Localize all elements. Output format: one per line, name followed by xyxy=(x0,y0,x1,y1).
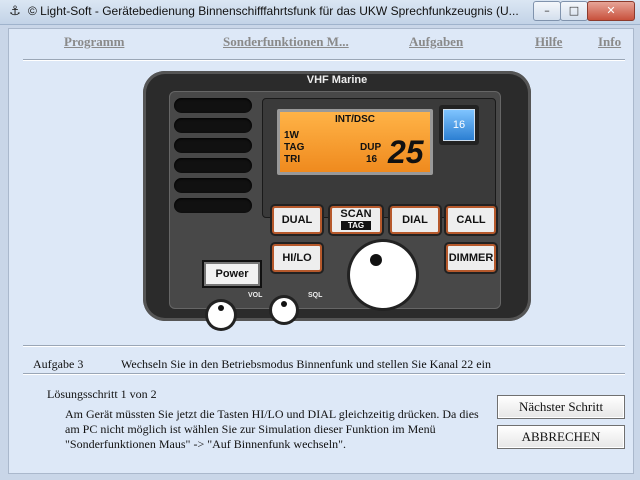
scan-button[interactable]: SCAN TAG xyxy=(330,206,382,234)
menu-sonderfunktionen[interactable]: Sonderfunktionen M... xyxy=(223,34,349,50)
main-window: Programm Sonderfunktionen M... Aufgaben … xyxy=(8,28,634,474)
maximize-button[interactable]: □ xyxy=(560,1,588,21)
knob-marker xyxy=(370,254,382,266)
task-label: Aufgabe 3 xyxy=(33,357,84,371)
menu-aufgaben[interactable]: Aufgaben xyxy=(409,34,463,50)
speaker-grille xyxy=(174,138,252,153)
menu-programm[interactable]: Programm xyxy=(64,34,124,50)
channel-16-label: 16 xyxy=(443,109,475,141)
speaker-grille xyxy=(174,98,252,113)
window-title: © Light-Soft - Gerätebedienung Binnensch… xyxy=(28,4,519,18)
vol-label: VOL xyxy=(248,292,263,299)
lcd-dup: DUP xyxy=(360,142,382,153)
knob-marker xyxy=(281,301,287,307)
dial-button[interactable]: DIAL xyxy=(390,206,440,234)
scan-label: SCAN xyxy=(340,208,372,220)
app-icon: ⚓ xyxy=(9,4,21,19)
cancel-button[interactable]: ABBRECHEN xyxy=(497,425,625,449)
speaker-grille xyxy=(174,158,252,173)
radio-face: INT/DSC 1W TAG TRI DUP 16 25 16 DUAL SCA… xyxy=(169,91,501,328)
lcd-display: INT/DSC 1W TAG TRI DUP 16 25 xyxy=(277,109,433,175)
menu-separator xyxy=(23,59,625,61)
lcd-day: TAG xyxy=(284,142,305,153)
solution-text: Am Gerät müssten Sie jetzt die Tasten HI… xyxy=(65,407,479,452)
solution-step: Lösungsschritt 1 von 2 xyxy=(47,387,157,401)
lcd-channel: 25 xyxy=(388,134,424,170)
radio-title: VHF Marine xyxy=(306,74,368,86)
lcd-sub-channel: 16 xyxy=(366,154,378,165)
menu-info[interactable]: Info xyxy=(598,34,621,50)
channel-16-button[interactable]: 16 xyxy=(439,105,479,145)
solution-line-3: "Sonderfunktionen Maus" -> "Auf Binnenfu… xyxy=(65,437,346,451)
call-button[interactable]: CALL xyxy=(446,206,496,234)
task-separator-bottom xyxy=(23,373,625,375)
menu-hilfe[interactable]: Hilfe xyxy=(535,34,562,50)
task-separator-top xyxy=(23,345,625,347)
next-step-button[interactable]: Nächster Schritt xyxy=(497,395,625,419)
display-panel: INT/DSC 1W TAG TRI DUP 16 25 16 xyxy=(262,98,496,218)
title-bar: ⚓ © Light-Soft - Gerätebedienung Binnens… xyxy=(0,0,640,25)
dual-button[interactable]: DUAL xyxy=(272,206,322,234)
speaker-grille xyxy=(174,178,252,193)
solution-line-1: Am Gerät müssten Sie jetzt die Tasten HI… xyxy=(65,407,479,421)
minimize-button[interactable]: – xyxy=(533,1,561,21)
speaker-grille xyxy=(174,198,252,213)
squelch-knob[interactable] xyxy=(272,298,296,322)
hilo-button[interactable]: HI/LO xyxy=(272,244,322,272)
channel-knob[interactable] xyxy=(350,242,416,308)
close-button[interactable]: ✕ xyxy=(587,1,635,21)
knob-marker xyxy=(218,305,224,311)
lcd-mode: INT/DSC xyxy=(335,114,375,125)
vhf-radio: VHF Marine INT/DSC 1W TAG TRI DUP 16 25 xyxy=(143,71,531,328)
speaker-grille xyxy=(174,118,252,133)
sql-label: SQL xyxy=(308,292,323,299)
solution-line-2: am PC nicht möglich ist wählen Sie zur S… xyxy=(65,422,436,436)
lcd-watch: TRI xyxy=(284,154,301,165)
lcd-power: 1W xyxy=(284,130,299,141)
power-button[interactable]: Power xyxy=(204,262,260,286)
task-text: Wechseln Sie in den Betriebsmodus Binnen… xyxy=(121,357,491,371)
volume-knob[interactable] xyxy=(208,302,234,328)
menu-bar: Programm Sonderfunktionen M... Aufgaben … xyxy=(9,29,633,55)
dimmer-button[interactable]: DIMMER xyxy=(446,244,496,272)
scan-tag-label: TAG xyxy=(341,221,371,230)
